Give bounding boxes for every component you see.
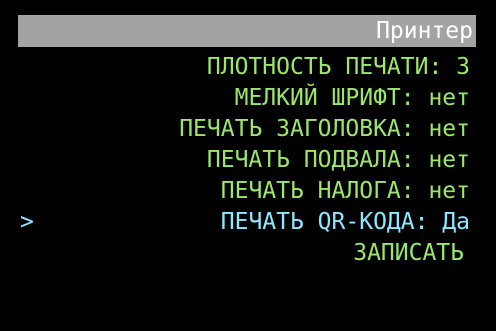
menu-item-label: ПЕЧАТЬ НАЛОГА: нет [220,178,470,204]
menu-item-label: ПЕЧАТЬ ЗАГОЛОВКА: нет [179,116,470,142]
screen-title: Принтер [376,18,473,44]
menu-item-print-density[interactable]: ПЛОТНОСТЬ ПЕЧАТИ: 3 [18,52,476,83]
menu-item-print-header[interactable]: ПЕЧАТЬ ЗАГОЛОВКА: нет [18,114,476,145]
selection-cursor: > [20,209,34,235]
menu-item-print-footer[interactable]: ПЕЧАТЬ ПОДВАЛА: нет [18,145,476,176]
menu-item-label: ПЛОТНОСТЬ ПЕЧАТИ: 3 [206,54,470,80]
menu-item-print-qr-code[interactable]: > ПЕЧАТЬ QR-КОДА: Да [18,207,476,238]
save-button-label: ЗАПИСАТЬ [353,240,464,266]
menu-item-label: МЕЛКИЙ ШРИФТ: нет [234,85,470,111]
settings-menu: ПЛОТНОСТЬ ПЕЧАТИ: 3 МЕЛКИЙ ШРИФТ: нет ПЕ… [18,52,476,269]
printer-settings-screen: Принтер ПЛОТНОСТЬ ПЕЧАТИ: 3 МЕЛКИЙ ШРИФТ… [0,0,496,295]
menu-item-label: ПЕЧАТЬ QR-КОДА: Да [220,209,470,235]
menu-item-print-tax[interactable]: ПЕЧАТЬ НАЛОГА: нет [18,176,476,207]
title-bar: Принтер [18,15,476,47]
menu-item-small-font[interactable]: МЕЛКИЙ ШРИФТ: нет [18,83,476,114]
save-button[interactable]: ЗАПИСАТЬ [18,238,476,269]
menu-item-label: ПЕЧАТЬ ПОДВАЛА: нет [206,147,470,173]
